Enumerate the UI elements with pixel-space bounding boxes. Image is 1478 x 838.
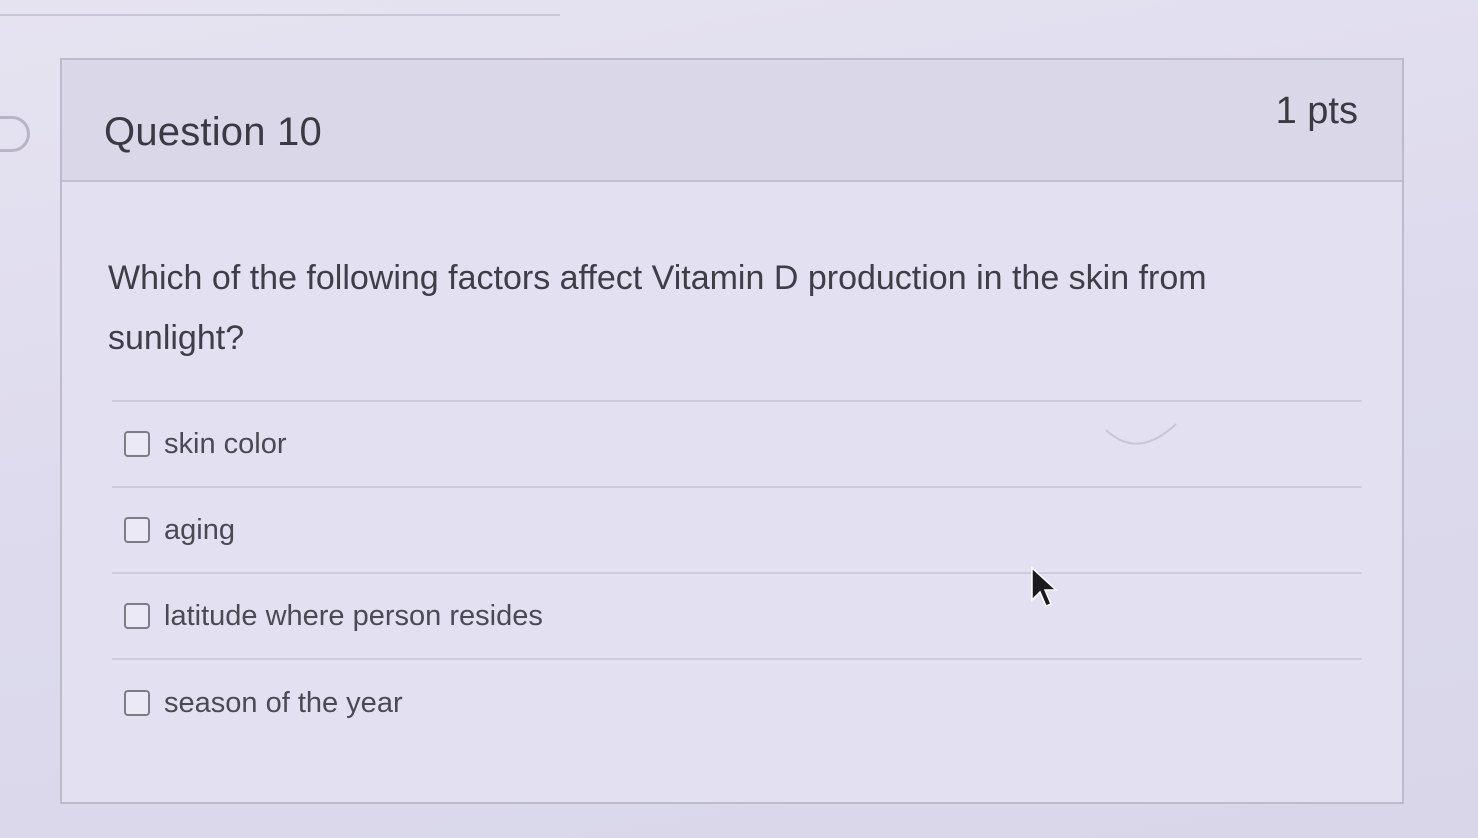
checkbox-icon[interactable] (124, 517, 150, 543)
answer-option[interactable]: season of the year (112, 660, 1362, 746)
question-header: Question 10 1 pts (62, 60, 1402, 182)
checkbox-icon[interactable] (124, 603, 150, 629)
question-title: Question 10 (104, 110, 322, 154)
answer-label: aging (164, 513, 235, 546)
screen-smudge-mark (1105, 423, 1177, 445)
checkbox-icon[interactable] (124, 690, 150, 716)
answer-option[interactable]: aging (112, 488, 1362, 574)
mouse-pointer-icon (1031, 566, 1058, 607)
flag-question-icon[interactable] (0, 116, 30, 152)
question-text: Which of the following factors affect Vi… (108, 259, 1207, 357)
answer-option[interactable]: latitude where person resides (112, 574, 1362, 660)
answer-label: latitude where person resides (164, 599, 543, 632)
question-points: 1 pts (1275, 90, 1358, 132)
answer-label: season of the year (164, 686, 403, 719)
checkbox-icon[interactable] (124, 431, 150, 457)
page-top-divider (0, 14, 560, 16)
question-card: Question 10 1 pts Which of the following… (60, 58, 1404, 804)
answer-label: skin color (164, 427, 287, 460)
